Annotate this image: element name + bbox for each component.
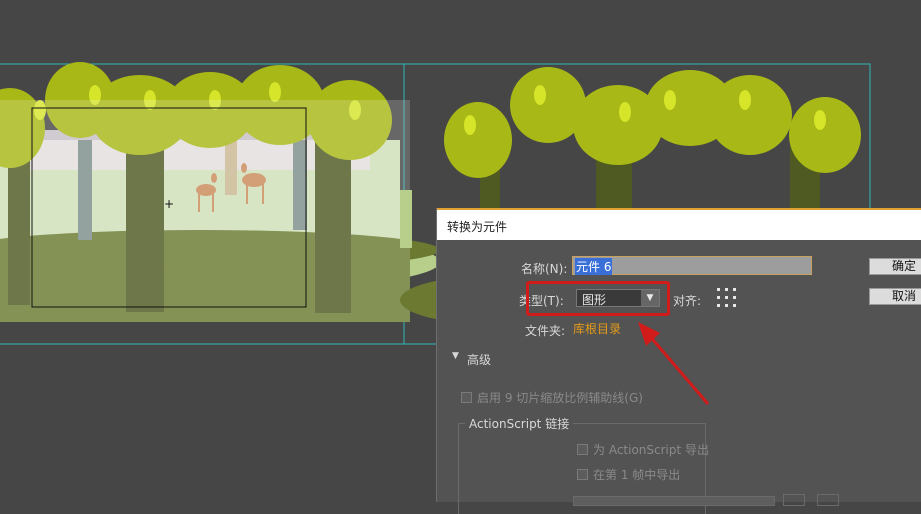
- dialog-title: 转换为元件: [447, 220, 508, 234]
- class-edit-button[interactable]: [817, 494, 839, 506]
- enable-9slice-checkbox[interactable]: [461, 392, 472, 403]
- class-input[interactable]: [573, 496, 775, 506]
- export-as-label: 为 ActionScript 导出: [593, 443, 710, 457]
- enable-9slice-label: 启用 9 切片缩放比例辅助线(G): [477, 391, 643, 405]
- forest-scene-left[interactable]: +: [0, 62, 440, 322]
- align-label: 对齐:: [673, 294, 702, 308]
- advanced-toggle[interactable]: 高级: [467, 351, 491, 368]
- expand-triangle-icon[interactable]: ▼: [452, 351, 459, 361]
- registration-grid-icon[interactable]: [717, 288, 737, 308]
- svg-text:+: +: [164, 197, 174, 211]
- cancel-button[interactable]: 取消: [869, 288, 921, 305]
- ok-button[interactable]: 确定: [869, 258, 921, 275]
- name-label: 名称(N):: [521, 262, 568, 276]
- symbol-name-input[interactable]: 元件 6: [572, 256, 812, 275]
- actionscript-group-label: ActionScript 链接: [465, 415, 574, 432]
- export-as-checkbox[interactable]: [577, 444, 588, 455]
- folder-link[interactable]: 库根目录: [573, 320, 621, 337]
- dialog-titlebar[interactable]: 转换为元件: [437, 208, 921, 240]
- annotation-highlight-box: [526, 281, 670, 316]
- folder-label: 文件夹:: [525, 324, 566, 338]
- symbol-name-value: 元件 6: [575, 258, 613, 275]
- export-frame1-label: 在第 1 帧中导出: [593, 468, 681, 482]
- convert-to-symbol-dialog: 转换为元件 名称(N): 元件 6 类型(T): 图形 ▼ 对齐: 文件夹: 库…: [436, 208, 921, 514]
- export-frame1-checkbox[interactable]: [577, 469, 588, 480]
- class-validate-button[interactable]: [783, 494, 805, 506]
